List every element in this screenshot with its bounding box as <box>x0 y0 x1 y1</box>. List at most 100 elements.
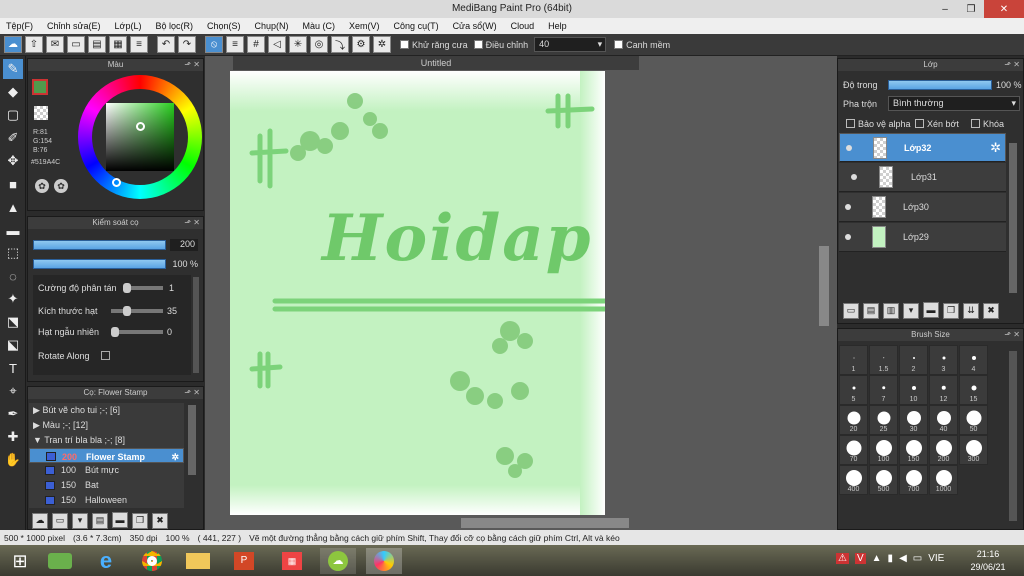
select-pen-icon[interactable]: ⬔ <box>3 312 23 332</box>
brush-size-cell[interactable]: 70 <box>839 435 868 465</box>
brush-size-cell[interactable]: 12 <box>929 375 958 405</box>
text-tool-icon[interactable]: T <box>3 358 23 378</box>
folder-icon[interactable]: ▬ <box>112 512 128 528</box>
eye-icon[interactable] <box>845 204 851 210</box>
new-8bit-layer-icon[interactable]: ▥ <box>883 302 899 319</box>
menu-edit[interactable]: Chỉnh sửa(E) <box>47 21 101 31</box>
snap-checkbox[interactable] <box>614 40 624 49</box>
clipping-checkbox[interactable] <box>915 119 924 128</box>
layer-row[interactable]: Lớp29 <box>839 223 1006 252</box>
brush-size-scrollbar[interactable] <box>1009 351 1017 521</box>
foreground-swatch[interactable] <box>32 79 48 95</box>
brush-size-cell[interactable]: 200 <box>929 435 958 465</box>
gear-icon[interactable]: ✲ <box>990 140 1001 156</box>
menu-window[interactable]: Cửa sổ(W) <box>453 21 497 31</box>
brush-size-cell[interactable]: 100 <box>869 435 898 465</box>
brush-size-cell[interactable]: 5 <box>839 375 868 405</box>
brush-props-scrollbar[interactable] <box>193 277 199 373</box>
page-icon[interactable]: ▤ <box>88 36 106 53</box>
menu-color[interactable]: Màu (C) <box>303 21 336 31</box>
maximize-button[interactable]: ❐ <box>958 0 984 18</box>
brush-size-cell[interactable]: 300 <box>959 435 988 465</box>
eyedropper-icon[interactable]: ✚ <box>3 427 23 447</box>
powerpoint-icon[interactable]: P <box>226 548 262 574</box>
clock[interactable]: 21:16 29/06/21 <box>970 549 1006 572</box>
v-app-icon[interactable]: V <box>854 553 866 564</box>
close-button[interactable]: ✕ <box>984 0 1024 18</box>
medibang-app-icon[interactable]: ☁ <box>320 548 356 574</box>
new-halftone-layer-icon[interactable]: ▤ <box>863 302 879 319</box>
ie-browser-icon[interactable]: e <box>88 548 124 574</box>
brush-size-cell[interactable]: 1 <box>839 345 868 375</box>
export-icon[interactable]: ⇧ <box>25 36 43 53</box>
parallel-snap-icon[interactable]: ≡ <box>226 36 244 53</box>
trash-icon[interactable]: ✖ <box>152 512 168 529</box>
menu-select[interactable]: Chọn(S) <box>207 21 241 31</box>
brush-size-cell[interactable]: 7 <box>869 375 898 405</box>
add-brush-icon[interactable]: ▾ <box>72 512 88 529</box>
brush-size-cell[interactable]: 40 <box>929 405 958 435</box>
duplicate-icon[interactable]: ❐ <box>132 512 148 529</box>
particle-size-slider[interactable] <box>111 306 163 316</box>
undo-icon[interactable]: ↶ <box>157 36 175 53</box>
vertical-scrollbar[interactable] <box>819 246 829 326</box>
brush-size-value[interactable]: 200 <box>170 239 198 251</box>
new-layer-icon[interactable]: ▭ <box>843 302 859 319</box>
grid-snap-icon[interactable]: # <box>247 36 265 53</box>
antivirus-icon[interactable]: ⚠ <box>836 553 849 564</box>
volume-icon[interactable]: ◀ <box>899 553 907 564</box>
brush-size-cell[interactable]: 10 <box>899 375 928 405</box>
folder-icon[interactable]: ▬ <box>923 302 939 318</box>
office-icon[interactable]: ▦ <box>274 548 310 574</box>
circle-snap-icon[interactable]: ◎ <box>310 36 328 53</box>
list-icon[interactable]: ≡ <box>130 36 148 53</box>
document-icon[interactable]: ▭ <box>67 36 85 53</box>
bucket-tool-icon[interactable]: ▲ <box>3 197 23 217</box>
hue-handle[interactable] <box>112 178 121 187</box>
brush-group[interactable]: ▼ Tran trí bla bla ;-; [8] <box>29 433 184 448</box>
select-tool-icon[interactable]: ⬚ <box>3 243 23 263</box>
eye-icon[interactable] <box>845 234 851 240</box>
brush-tool-icon[interactable]: ✎ <box>3 59 23 79</box>
new-brush-icon[interactable]: ▭ <box>52 512 68 529</box>
canvas[interactable]: Hoidap <box>230 71 605 515</box>
layer-row[interactable]: Lớp31 <box>839 163 1006 192</box>
brush-size-cell[interactable]: 25 <box>869 405 898 435</box>
brush-size-cell[interactable]: 3 <box>929 345 958 375</box>
brush-size-cell[interactable]: 500 <box>869 465 898 495</box>
magic-wand-icon[interactable]: ✦ <box>3 289 23 309</box>
medibang-paint-icon[interactable] <box>366 548 402 574</box>
saturation-square[interactable] <box>106 103 174 171</box>
cloud-icon[interactable]: ☁ <box>4 36 22 53</box>
brush-size-cell[interactable]: 15 <box>959 375 988 405</box>
file-explorer-icon[interactable] <box>180 548 216 574</box>
dot-tool-icon[interactable]: ✐ <box>3 128 23 148</box>
comment-icon[interactable]: ✉ <box>46 36 64 53</box>
lasso-tool-icon[interactable]: ◌ <box>3 266 23 286</box>
rotate-along-checkbox[interactable] <box>101 351 110 360</box>
rectangle-tool-icon[interactable]: ▢ <box>3 105 23 125</box>
hand-tool-icon[interactable]: ✋ <box>3 450 23 470</box>
menu-view[interactable]: Xem(V) <box>349 21 380 31</box>
brush-size-slider[interactable] <box>33 240 166 250</box>
select-eraser-icon[interactable]: ⬕ <box>3 335 23 355</box>
brush-size-cell[interactable]: 1.5 <box>869 345 898 375</box>
brush-size-cell[interactable]: 4 <box>959 345 988 375</box>
gear-icon[interactable]: ⚙ <box>352 36 370 53</box>
eraser-tool-icon[interactable]: ◆ <box>3 82 23 102</box>
alpha-protect-checkbox[interactable] <box>846 119 855 128</box>
menu-file[interactable]: Tệp(F) <box>6 21 33 31</box>
tray-icon[interactable]: ▮ <box>888 553 894 564</box>
lock-checkbox[interactable] <box>971 119 980 128</box>
dispersion-slider[interactable] <box>123 283 163 293</box>
layer-list-scrollbar[interactable] <box>1009 143 1017 293</box>
correction-select[interactable]: 40 ▾ <box>534 37 607 52</box>
radial-snap-icon[interactable]: ✳ <box>289 36 307 53</box>
move-tool-icon[interactable]: ✥ <box>3 151 23 171</box>
correction-checkbox[interactable] <box>473 40 483 49</box>
brush-size-cell[interactable]: 30 <box>899 405 928 435</box>
brush-size-cell[interactable]: 20 <box>839 405 868 435</box>
brush-size-cell[interactable]: 150 <box>899 435 928 465</box>
brush-list-scrollbar[interactable] <box>188 405 196 475</box>
brush-settings-icon[interactable]: ▤ <box>92 512 108 529</box>
